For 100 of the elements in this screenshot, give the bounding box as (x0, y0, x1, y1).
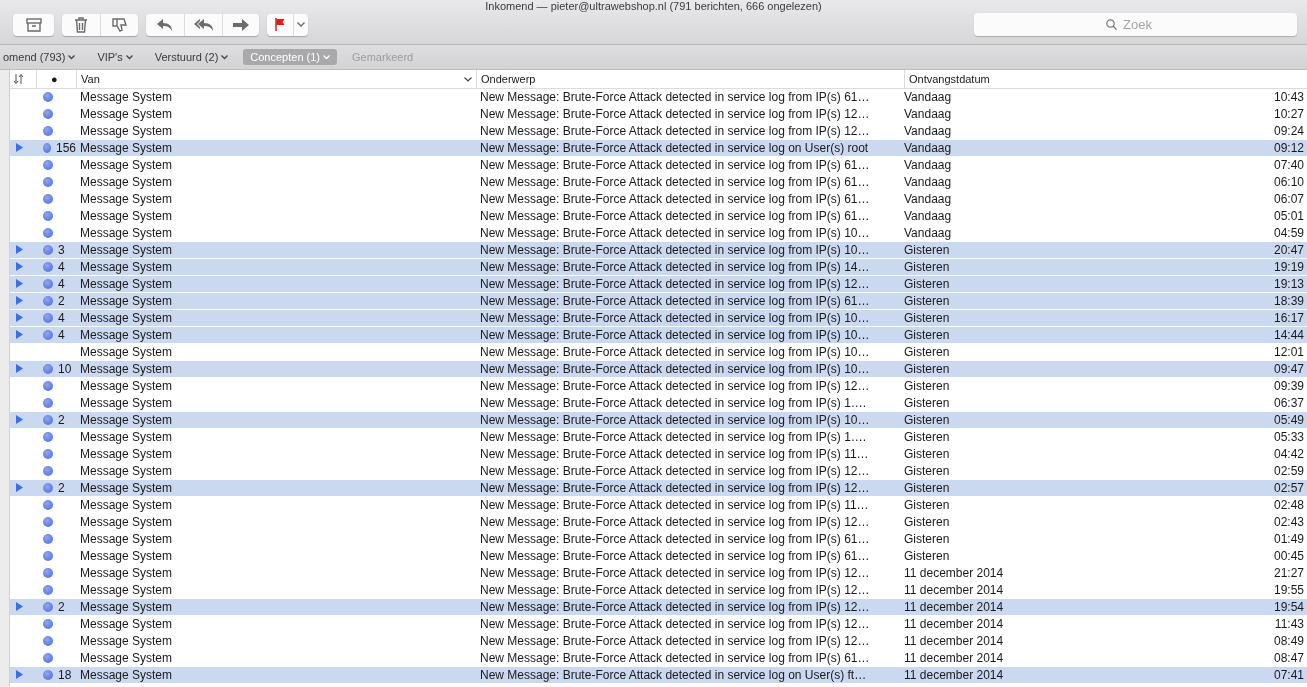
time-cell: 12:01 (1273, 345, 1304, 359)
sender-cell-text: Message System (79, 328, 174, 342)
time-cell: 09:39 (1273, 379, 1304, 393)
thread-row[interactable]: 4 Message System New Message: Brute-Force Attack detected in service log from IP(s) 14… Gisteren 19:19 (10, 259, 1307, 275)
subject-cell-text: New Message: Brute-Force Attack detected in service log from IP(s) 61… (479, 651, 871, 665)
flag-menu-button[interactable] (293, 13, 308, 36)
sender-cell-text: Message System (79, 617, 174, 631)
time-cell: 05:33 (1273, 430, 1304, 444)
date-cell: Gisteren (904, 328, 950, 342)
thread-count: 4 (58, 260, 65, 274)
column-header[interactable]: Van (81, 73, 100, 85)
search-icon (1106, 19, 1117, 30)
subject-cell-text: New Message: Brute-Force Attack detected in service log from IP(s) 1…. (479, 430, 868, 444)
disclosure-triangle-icon[interactable] (16, 143, 23, 152)
time-cell: 09:24 (1273, 124, 1304, 138)
sender-cell-text: Message System (79, 464, 174, 478)
time-cell: 18:39 (1273, 294, 1304, 308)
subject-cell-text: New Message: Brute-Force Attack detected in service log from IP(s) 10… (479, 362, 871, 376)
time-cell: 07:40 (1273, 158, 1304, 172)
sender-cell-text: Message System (79, 277, 174, 291)
date-cell: Gisteren (904, 362, 950, 376)
subject-cell-text: New Message: Brute-Force Attack detected in service log from IP(s) 61… (479, 158, 871, 172)
unread-column-header[interactable]: ● (41, 73, 58, 85)
thread-row[interactable]: 2 Message System New Message: Brute-Force Attack detected in service log from IP(s) 12… Gisteren 02:57 (10, 480, 1307, 496)
time-cell: 06:37 (1273, 396, 1304, 410)
date-cell: Gisteren (904, 464, 950, 478)
date-cell: Vandaag (904, 158, 952, 172)
sender-cell-text: Message System (79, 158, 174, 172)
time-cell: 05:49 (1273, 413, 1304, 427)
date-cell: Gisteren (904, 379, 950, 393)
thread-row[interactable]: 4 Message System New Message: Brute-Force Attack detected in service log from IP(s) 10… Gisteren 14:44 (10, 327, 1307, 343)
subject-cell-text: New Message: Brute-Force Attack detected in service log on User(s) ft… (479, 668, 868, 682)
disclosure-triangle-icon[interactable] (16, 602, 23, 611)
thread-row[interactable]: 2 Message System New Message: Brute-Force Attack detected in service log from IP(s) 12… 11 december 2014 19:54 (10, 599, 1307, 615)
time-cell: 19:19 (1273, 260, 1304, 274)
flag-icon (275, 18, 285, 31)
date-cell: 11 december 2014 (904, 566, 1004, 580)
date-cell: Gisteren (904, 243, 950, 257)
time-cell: 06:07 (1273, 192, 1304, 206)
subject-cell-text: New Message: Brute-Force Attack detected in service log from IP(s) 12… (479, 515, 871, 529)
subject-cell-text: New Message: Brute-Force Attack detected in service log from IP(s) 12… (479, 124, 871, 138)
subject-cell-text: New Message: Brute-Force Attack detected in service log from IP(s) 10… (479, 311, 871, 325)
subject-cell-text: New Message: Brute-Force Attack detected in service log from IP(s) 12… (479, 481, 871, 495)
subject-cell-text: New Message: Brute-Force Attack detected in service log from IP(s) 10… (479, 413, 871, 427)
sender-cell-text: Message System (79, 175, 174, 189)
time-cell: 02:43 (1273, 515, 1304, 529)
subject-cell-text: New Message: Brute-Force Attack detected in service log from IP(s) 61… (479, 192, 871, 206)
date-cell: Gisteren (904, 481, 950, 495)
time-cell: 14:44 (1273, 328, 1304, 342)
sender-cell-text: Message System (79, 345, 174, 359)
thread-row[interactable]: 4 Message System New Message: Brute-Force Attack detected in service log from IP(s) 12… Gisteren 19:13 (10, 276, 1307, 292)
time-cell: 05:01 (1273, 209, 1304, 223)
column-header[interactable]: Ontvangstdatum (909, 73, 990, 85)
mailbox-tab[interactable]: omend (793) (0, 49, 83, 65)
subject-cell-text: New Message: Brute-Force Attack detected in service log from IP(s) 10… (479, 243, 871, 257)
subject-cell-text: New Message: Brute-Force Attack detected in service log from IP(s) 10… (479, 328, 871, 342)
column-header[interactable]: Onderwerp (481, 73, 536, 85)
disclosure-triangle-icon[interactable] (16, 415, 23, 424)
time-cell: 02:48 (1273, 498, 1304, 512)
thread-row[interactable]: 156 Message System New Message: Brute-Force Attack detected in service log on User(s) root Vandaag 09:12 (10, 140, 1307, 156)
time-cell: 08:47 (1273, 651, 1304, 665)
subject-cell-text: New Message: Brute-Force Attack detected in service log from IP(s) 12… (479, 379, 871, 393)
date-cell: 11 december 2014 (904, 634, 1004, 648)
thread-row[interactable]: 2 Message System New Message: Brute-Force Attack detected in service log from IP(s) 10… Gisteren 05:49 (10, 412, 1307, 428)
thread-count: 3 (58, 243, 65, 257)
subject-cell-text: New Message: Brute-Force Attack detected in service log from IP(s) 10… (479, 345, 871, 359)
thread-count: 2 (58, 600, 65, 614)
sender-cell-text: Message System (79, 600, 174, 614)
sender-cell-text: Message System (79, 532, 174, 546)
sender-cell-text: Message System (79, 515, 174, 529)
date-cell: Gisteren (904, 260, 950, 274)
disclosure-triangle-icon[interactable] (16, 364, 23, 373)
search-field[interactable]: Zoek (1121, 16, 1165, 33)
subject-cell-text: New Message: Brute-Force Attack detected in service log from IP(s) 1…. (479, 396, 868, 410)
thread-row[interactable]: 2 Message System New Message: Brute-Force Attack detected in service log from IP(s) 61… Gisteren 18:39 (10, 293, 1307, 309)
sender-cell-text: Message System (79, 379, 174, 393)
disclosure-triangle-icon[interactable] (16, 670, 23, 679)
subject-cell-text: New Message: Brute-Force Attack detected in service log from IP(s) 12… (479, 634, 871, 648)
subject-cell-text: New Message: Brute-Force Attack detected in service log from IP(s) 12… (479, 600, 871, 614)
sync-icon[interactable] (14, 73, 23, 85)
time-cell: 11:43 (1274, 617, 1304, 631)
mailbox-tab[interactable]: Verstuurd (2) (147, 49, 236, 65)
thumbs-down-icon (111, 16, 128, 33)
date-cell: Vandaag (904, 90, 952, 104)
subject-cell-text: New Message: Brute-Force Attack detected in service log from IP(s) 12… (479, 464, 871, 478)
thread-row[interactable]: 10 Message System New Message: Brute-Force Attack detected in service log from IP(s) 10… Gisteren 09:47 (10, 361, 1307, 377)
mailbox-tab[interactable]: VIP's (90, 49, 140, 65)
sender-cell-text: Message System (79, 124, 174, 138)
thread-row[interactable]: 18 Message System New Message: Brute-Force Attack detected in service log on User(s) ft… 11 december 2014 07:41 (10, 667, 1307, 683)
time-cell: 19:13 (1273, 277, 1304, 291)
thread-row[interactable]: 3 Message System New Message: Brute-Force Attack detected in service log from IP(s) 10… Gisteren 20:47 (10, 242, 1307, 258)
sender-cell-text: Message System (79, 481, 174, 495)
forward-arrow-icon (233, 18, 249, 31)
thread-count: 4 (58, 311, 65, 325)
disclosure-triangle-icon[interactable] (16, 483, 23, 492)
sender-cell-text: Message System (79, 260, 174, 274)
thread-count: 2 (58, 413, 65, 427)
thread-count: 10 (58, 362, 72, 376)
thread-row[interactable]: 4 Message System New Message: Brute-Force Attack detected in service log from IP(s) 10… Gisteren 16:17 (10, 310, 1307, 326)
date-cell: Gisteren (904, 498, 950, 512)
